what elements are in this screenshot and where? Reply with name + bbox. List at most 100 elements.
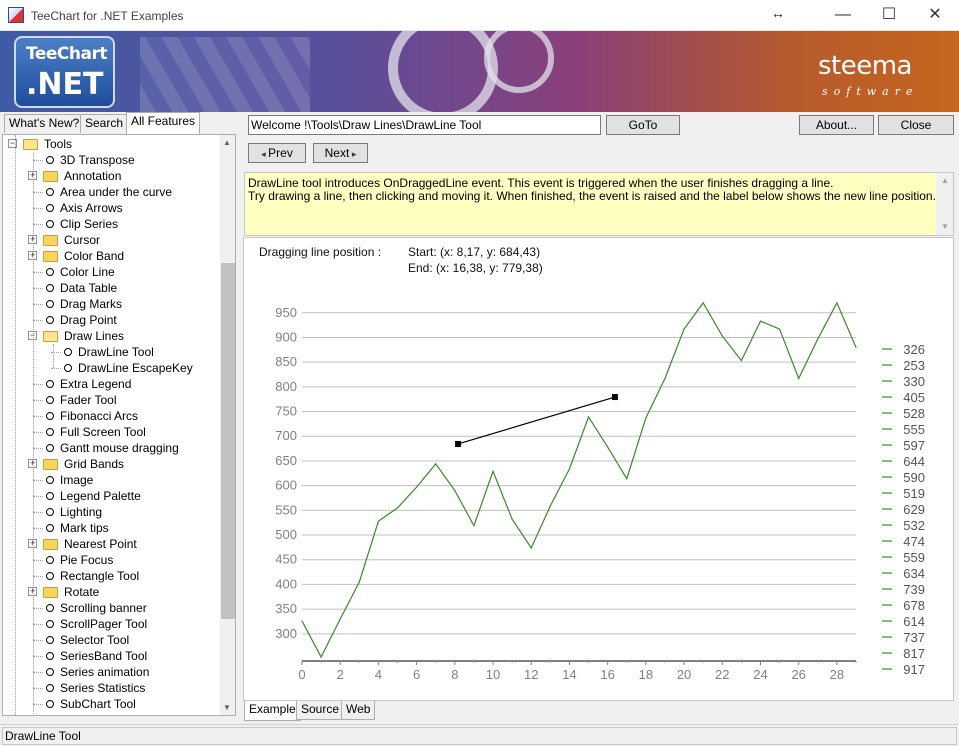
tree-item[interactable]: SubChart Tool (3, 696, 217, 712)
tree-item[interactable]: + Rotate (3, 584, 217, 600)
tree-item-label: Data Table (60, 281, 118, 295)
tree-item-label: Scrolling banner (60, 601, 147, 615)
tree-item[interactable]: DrawLine Tool (3, 344, 217, 360)
scroll-down-icon[interactable]: ▼ (223, 703, 231, 712)
tree-item[interactable]: Fader Tool (3, 392, 217, 408)
drawn-line-start-handle[interactable] (455, 440, 462, 447)
tree-item[interactable]: Gantt mouse dragging (3, 440, 217, 456)
tree-item[interactable]: + Nearest Point (3, 536, 217, 552)
prev-button[interactable]: ◂ Prev (248, 143, 306, 163)
y-tick-label: 350 (275, 601, 297, 616)
tree-item[interactable]: Scrolling banner (3, 600, 217, 616)
tree-connector (33, 480, 43, 481)
tab-search[interactable]: Search (80, 114, 129, 133)
tree-connector (33, 288, 43, 289)
data-point (587, 416, 590, 418)
tab-example[interactable]: Example (244, 701, 301, 721)
y-tick-label: 400 (275, 576, 297, 591)
tree-item[interactable]: Clip Series (3, 216, 217, 232)
tree-item-label: Nearest Point (64, 537, 137, 551)
tree-item[interactable]: Data Table (3, 280, 217, 296)
tree-item[interactable]: + Cursor (3, 232, 217, 248)
leaf-node-icon (46, 700, 54, 708)
data-point (836, 302, 838, 304)
tree-item[interactable]: Full Screen Tool (3, 424, 217, 440)
scroll-up-icon[interactable]: ▲ (223, 138, 231, 147)
x-tick-label: 12 (524, 667, 538, 682)
tree-connector (33, 192, 43, 193)
path-input[interactable]: Welcome !\Tools\Draw Lines\DrawLine Tool (248, 115, 601, 135)
tree-item[interactable]: Drag Point (3, 312, 217, 328)
x-tick-label: 2 (337, 667, 344, 682)
tree-item[interactable]: Mark tips (3, 520, 217, 536)
tree-item[interactable]: Pie Focus (3, 552, 217, 568)
tree-item[interactable]: Drag Marks (3, 296, 217, 312)
tree-connector (33, 432, 43, 433)
tree-item-label: Cursor (64, 233, 101, 247)
tree-item[interactable]: ScrollPager Tool (3, 616, 217, 632)
tree-connector (33, 416, 43, 417)
tree-item[interactable]: Image (3, 472, 217, 488)
leaf-node-icon (46, 284, 54, 292)
tree-item[interactable]: + Grid Bands (3, 456, 217, 472)
tree-item[interactable]: Area under the curve (3, 184, 217, 200)
data-point (511, 518, 513, 520)
scroll-up-icon[interactable]: ▲ (941, 176, 949, 185)
tree-item[interactable]: Extra Legend (3, 376, 217, 392)
tree-item[interactable]: Legend Palette (3, 488, 217, 504)
tree-item-label: Full Screen Tool (60, 425, 146, 439)
tree-item-label: ScrollPager Tool (60, 617, 148, 631)
leaf-node-icon (46, 684, 54, 692)
tab-source[interactable]: Source (296, 701, 345, 720)
tree-item[interactable]: Series animation (3, 664, 217, 680)
x-tick-label: 14 (562, 667, 576, 682)
tree-item[interactable]: Color Line (3, 264, 217, 280)
data-point (740, 360, 742, 362)
next-button[interactable]: Next ▸ (313, 143, 368, 163)
leaf-node-icon (46, 300, 54, 308)
tree-item[interactable]: SeriesBand Tool (3, 648, 217, 664)
tree-item[interactable]: Axis Arrows (3, 200, 217, 216)
tree-item[interactable]: + Annotation (3, 168, 217, 184)
tree-item[interactable]: DrawLine EscapeKey (3, 360, 217, 376)
tree-item[interactable]: Lighting (3, 504, 217, 520)
leaf-node-icon (46, 268, 54, 276)
about-button[interactable]: About... (799, 115, 874, 135)
tree-item[interactable]: − Draw Lines (3, 328, 217, 344)
tree-scrollbar[interactable]: ▲ ▼ (220, 135, 235, 715)
minimize-button[interactable]: — (820, 0, 866, 31)
maximize-button[interactable]: ☐ (866, 0, 912, 31)
tab-whats-new[interactable]: What's New? (4, 114, 85, 133)
tree-connector (53, 344, 54, 368)
next-arrow-icon: ▸ (349, 149, 357, 159)
scrollbar-thumb[interactable] (221, 263, 235, 619)
goto-button[interactable]: GoTo (606, 115, 680, 135)
tree-item[interactable]: + Color Band (3, 248, 217, 264)
tab-all-features[interactable]: All Features (126, 112, 201, 134)
tree-connector (33, 608, 43, 609)
description-scrollbar[interactable]: ▲ ▼ (936, 173, 953, 235)
feature-tree[interactable]: − Tools 3D Transpose + Annotation Area under … (2, 134, 236, 716)
tree-connector (33, 704, 43, 705)
window-title: TeeChart for .NET Examples (31, 9, 184, 23)
tree-item[interactable]: Rectangle Tool (3, 568, 217, 584)
data-point (549, 505, 551, 507)
tab-web[interactable]: Web (341, 701, 376, 720)
leaf-node-icon (46, 668, 54, 676)
close-window-button[interactable]: ✕ (912, 0, 958, 31)
line-chart[interactable]: 300 350 400 450 500 550 600 650 700 750 800 850 900 9… (244, 238, 953, 700)
y-tick-label: 750 (275, 404, 297, 419)
tree-item[interactable]: − Tools (3, 136, 217, 152)
tree-item[interactable]: Series Statistics (3, 680, 217, 696)
leaf-node-icon (46, 428, 54, 436)
tree-item[interactable]: Selector Tool (3, 632, 217, 648)
close-button[interactable]: Close (878, 115, 954, 135)
x-tick-label: 28 (830, 667, 844, 682)
scroll-down-icon[interactable]: ▼ (941, 222, 949, 231)
data-point (702, 302, 704, 304)
tree-item[interactable]: Fibonacci Arcs (3, 408, 217, 424)
series-line[interactable] (301, 301, 857, 659)
tree-item[interactable]: 3D Transpose (3, 152, 217, 168)
drawn-line-end-handle[interactable] (611, 394, 618, 401)
tree-item-label: Gantt mouse dragging (60, 441, 179, 455)
